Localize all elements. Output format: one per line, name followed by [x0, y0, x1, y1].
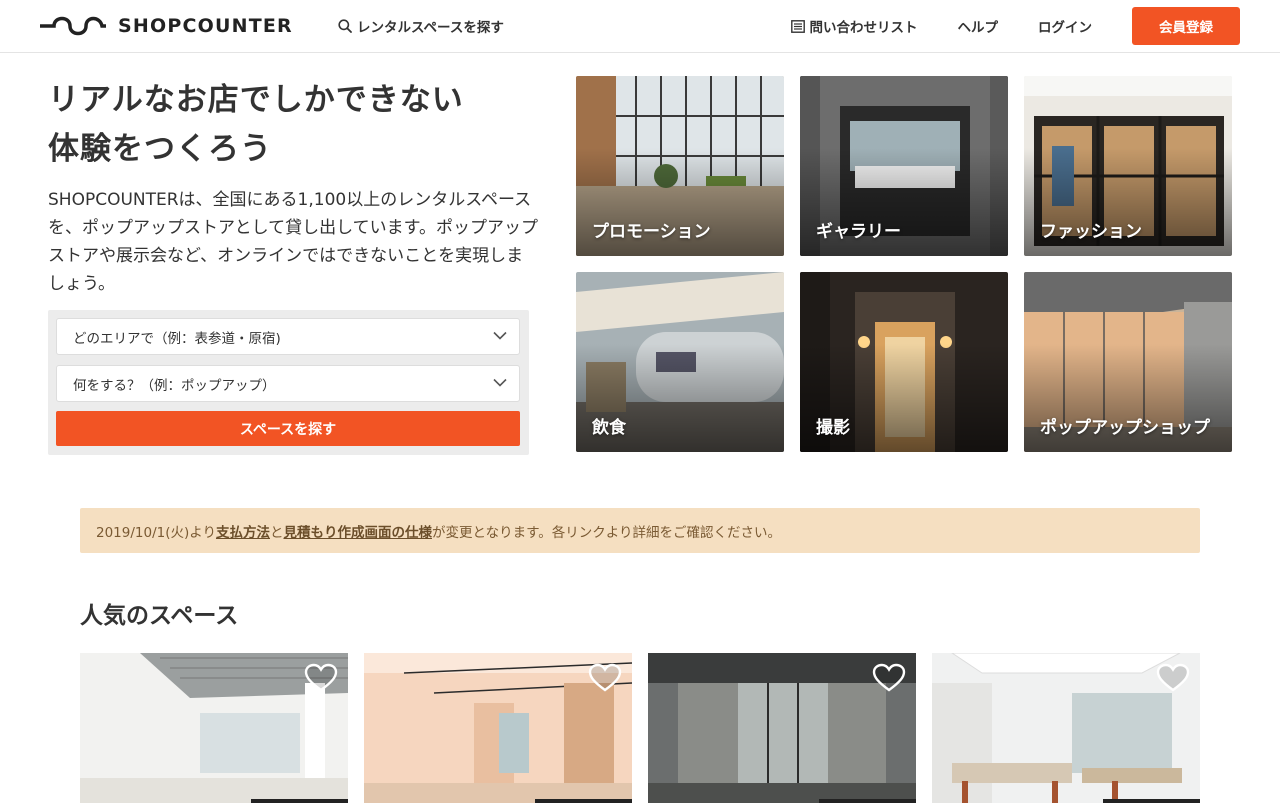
price-tag [535, 799, 632, 803]
space-card[interactable] [364, 653, 632, 803]
logo-text: SHOPCOUNTER [118, 15, 293, 37]
login-link[interactable]: ログイン [1038, 16, 1092, 36]
category-label: 撮影 [816, 418, 850, 438]
logo[interactable]: SHOPCOUNTER [40, 12, 293, 40]
price-tag [251, 799, 348, 803]
category-photo-shoot[interactable]: 撮影 [800, 272, 1008, 452]
favorite-heart-icon[interactable] [588, 663, 622, 693]
search-button[interactable]: スペースを探す [56, 411, 520, 446]
category-popup-shop[interactable]: ポップアップショップ [1024, 272, 1232, 452]
category-label: 飲食 [592, 418, 626, 438]
hero-title-line1: リアルなお店でしかできない [48, 82, 464, 118]
hero-title-line2: 体験をつくろう [48, 131, 272, 167]
area-select-value: どのエリアで（例：表参道・原宿) [73, 330, 281, 347]
site-header: SHOPCOUNTER レンタルスペースを探す 問い合わせリスト ヘルプ ログイ… [0, 0, 1280, 53]
category-label: ポップアップショップ [1040, 418, 1210, 438]
category-gallery[interactable]: ギャラリー [800, 76, 1008, 256]
notice-banner: 2019/10/1(火)より 支払方法 と 見積もり作成画面の仕様 が変更となり… [80, 508, 1200, 553]
purpose-select-value: 何をする？（例：ポップアップ） [73, 377, 276, 394]
price-tag [819, 799, 916, 803]
category-label: プロモーション [592, 222, 711, 242]
notice-prefix: 2019/10/1(火)より [96, 524, 216, 541]
list-icon [790, 19, 805, 33]
header-nav: 問い合わせリスト ヘルプ ログイン 会員登録 [790, 7, 1240, 45]
inquiry-list-link[interactable]: 問い合わせリスト [790, 16, 918, 36]
quote-spec-link[interactable]: 見積もり作成画面の仕様 [283, 521, 432, 541]
favorite-heart-icon[interactable] [1156, 663, 1190, 693]
favorite-heart-icon[interactable] [304, 663, 338, 693]
logo-mark-icon [40, 16, 106, 36]
category-food[interactable]: 飲食 [576, 272, 784, 452]
payment-method-link[interactable]: 支払方法 [216, 521, 270, 541]
favorite-heart-icon[interactable] [872, 663, 906, 693]
inquiry-list-label: 問い合わせリスト [809, 20, 918, 36]
space-card[interactable] [648, 653, 916, 803]
search-panel: どのエリアで（例：表参道・原宿) 何をする？（例：ポップアップ） スペースを探す [48, 310, 529, 455]
notice-suffix: が変更となります。各リンクより詳細をご確認ください。 [431, 524, 781, 541]
price-tag [1103, 799, 1200, 803]
hero-title: リアルなお店でしかできない 体験をつくろう [48, 76, 548, 174]
category-label: ファッション [1040, 222, 1142, 242]
hero-description: SHOPCOUNTERは、全国にある1,100以上のレンタルスペースを、ポップア… [48, 190, 538, 294]
search-spaces-label: レンタルスペースを探す [357, 20, 504, 36]
space-card[interactable] [932, 653, 1200, 803]
chevron-down-icon [493, 378, 507, 387]
category-label: ギャラリー [816, 222, 901, 242]
help-link[interactable]: ヘルプ [958, 16, 999, 36]
space-card[interactable] [80, 653, 348, 803]
signup-button[interactable]: 会員登録 [1132, 7, 1240, 45]
chevron-down-icon [493, 331, 507, 340]
notice-middle: と [269, 524, 284, 541]
category-fashion[interactable]: ファッション [1024, 76, 1232, 256]
popular-spaces-title: 人気のスペース [80, 603, 239, 629]
search-spaces-link[interactable]: レンタルスペースを探す [338, 16, 504, 36]
search-icon [338, 19, 352, 33]
category-promotion[interactable]: プロモーション [576, 76, 784, 256]
area-select[interactable]: どのエリアで（例：表参道・原宿) [56, 318, 520, 355]
purpose-select[interactable]: 何をする？（例：ポップアップ） [56, 365, 520, 402]
